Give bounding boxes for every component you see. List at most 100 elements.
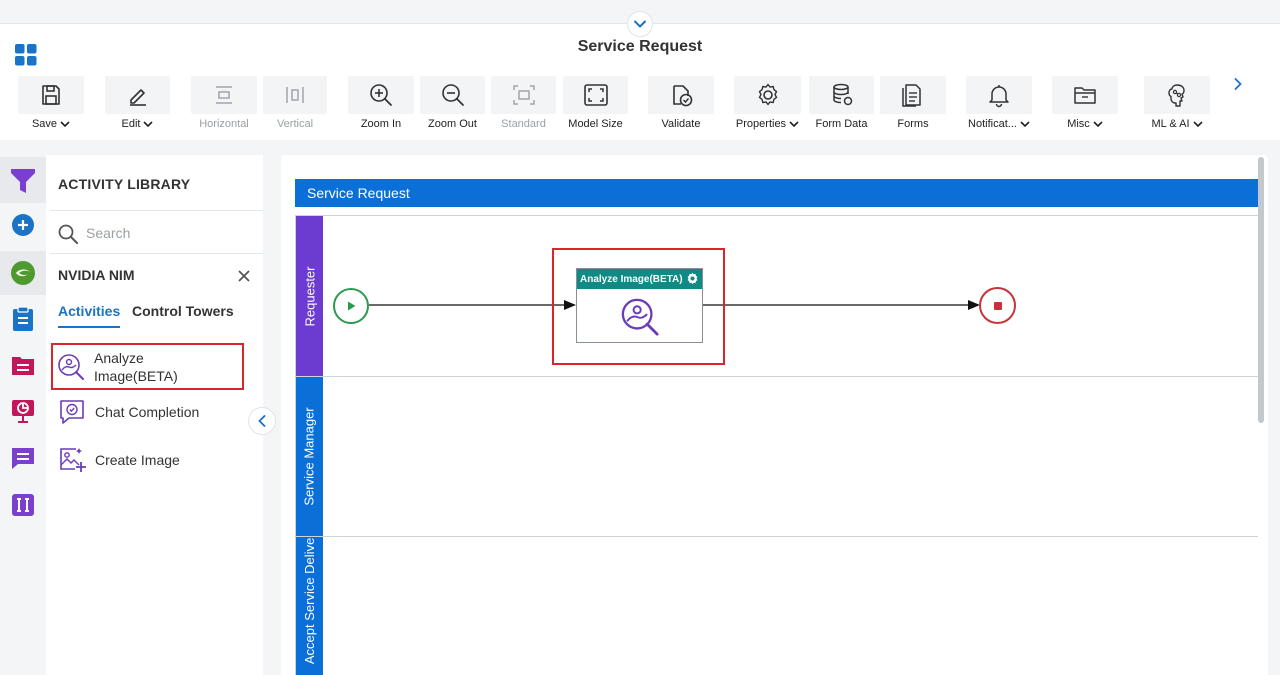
rail-add[interactable] — [0, 203, 46, 247]
ml-ai-button[interactable]: ML & AI — [1144, 76, 1210, 134]
analyze-image-icon — [621, 298, 659, 336]
zoom-in-label: Zoom In — [360, 118, 402, 130]
notifications-label: Notificat... — [968, 118, 1017, 130]
rail-documents[interactable] — [0, 343, 46, 387]
pool-header[interactable]: Service Request — [295, 179, 1258, 207]
chevron-down-icon — [634, 20, 646, 28]
lane-label-accept-service-delivery[interactable]: Accept Service Delivery — [296, 537, 323, 675]
chevron-down-icon — [143, 120, 154, 127]
chevron-down-icon — [789, 120, 799, 127]
rail-nvidia[interactable] — [0, 251, 46, 295]
rail-activity-library[interactable] — [0, 157, 46, 203]
rail-reports[interactable] — [0, 389, 46, 433]
edit-button[interactable]: Edit — [105, 76, 170, 134]
library-item-chat-completion[interactable]: Chat Completion — [54, 396, 244, 428]
activity-library-panel: ACTIVITY LIBRARY NVIDIA NIM Activities C… — [46, 155, 263, 675]
canvas-scrollbar[interactable] — [1258, 157, 1264, 423]
lane-border — [296, 215, 1258, 216]
save-label: Save — [31, 118, 58, 130]
chevron-down-icon — [1020, 120, 1030, 127]
task-title: Analyze Image(BETA) — [580, 273, 683, 285]
divider — [50, 210, 263, 211]
category-title: NVIDIA NIM — [58, 267, 135, 283]
save-button[interactable]: Save — [18, 76, 84, 134]
toolbar-scroll-right-button[interactable] — [1230, 74, 1246, 94]
rail-tasks[interactable] — [0, 297, 46, 341]
fit-screen-icon — [583, 84, 608, 106]
play-icon — [348, 301, 356, 311]
forms-icon — [902, 84, 921, 107]
chat-completion-icon — [57, 397, 87, 427]
zoom-out-button[interactable]: Zoom Out — [420, 76, 485, 134]
zoom-out-label: Zoom Out — [428, 118, 477, 130]
start-event[interactable] — [333, 288, 369, 324]
library-item-label: Analyze Image(BETA) — [94, 349, 178, 384]
chat-icon — [12, 448, 34, 469]
library-item-label: Create Image — [95, 452, 180, 468]
forms-label: Forms — [897, 118, 929, 130]
database-icon — [832, 83, 852, 106]
standard-size-icon — [512, 85, 535, 105]
tab-control-towers[interactable]: Control Towers — [132, 303, 234, 319]
zoom-in-button[interactable]: Zoom In — [348, 76, 414, 134]
end-event[interactable] — [979, 287, 1016, 324]
lane-title: Service Manager — [302, 407, 317, 506]
form-data-label: Form Data — [815, 118, 868, 130]
align-vertical-icon — [286, 87, 304, 103]
align-horizontal-icon — [216, 86, 232, 104]
validate-button[interactable]: Validate — [648, 76, 714, 134]
search-icon — [58, 224, 78, 244]
gear-icon — [758, 83, 777, 106]
analyze-image-icon — [56, 352, 86, 382]
validate-label: Validate — [661, 118, 701, 130]
close-icon — [238, 270, 250, 282]
header-collapse-button[interactable] — [627, 11, 653, 37]
form-data-button[interactable]: Form Data — [809, 76, 874, 134]
properties-label: Properties — [735, 118, 787, 130]
chevron-right-icon — [1234, 78, 1242, 90]
standard-label: Standard — [501, 118, 546, 130]
zoom-in-icon — [370, 84, 392, 106]
horizontal-button[interactable]: Horizontal — [191, 76, 257, 134]
library-item-create-image[interactable]: Create Image — [54, 444, 244, 476]
search-input[interactable] — [86, 221, 246, 245]
folder-icon — [1074, 87, 1096, 104]
task-analyze-image[interactable]: Analyze Image(BETA) — [576, 268, 703, 343]
process-canvas[interactable] — [281, 155, 1268, 675]
stop-icon — [993, 301, 1002, 310]
presentation-chart-icon — [12, 400, 34, 423]
horizontal-label: Horizontal — [199, 118, 249, 130]
gear-icon[interactable] — [686, 272, 699, 285]
pencil-icon — [129, 89, 146, 106]
lane-label-service-manager[interactable]: Service Manager — [296, 377, 323, 536]
top-header: Service Request Save Edit Horizontal Ver… — [0, 0, 1280, 140]
chevron-down-icon — [60, 120, 70, 127]
collapse-panel-button[interactable] — [248, 407, 276, 435]
tab-activities[interactable]: Activities — [58, 303, 121, 328]
close-category-button[interactable] — [236, 268, 252, 284]
clipboard-icon — [13, 306, 33, 331]
lane-label-requester[interactable]: Requester — [296, 216, 323, 376]
vertical-button[interactable]: Vertical — [263, 76, 327, 134]
vertical-label: Vertical — [276, 118, 314, 130]
zoom-out-icon — [441, 84, 464, 106]
misc-label: Misc — [1067, 118, 1090, 130]
add-circle-icon — [12, 214, 34, 236]
model-size-button[interactable]: Model Size — [563, 76, 628, 134]
rail-integrations[interactable] — [0, 483, 46, 527]
ai-brain-icon — [1168, 84, 1185, 107]
notifications-button[interactable]: Notificat... — [966, 76, 1032, 134]
misc-button[interactable]: Misc — [1052, 76, 1118, 134]
properties-button[interactable]: Properties — [734, 76, 801, 134]
standard-button[interactable]: Standard — [491, 76, 556, 134]
rail-messages[interactable] — [0, 436, 46, 480]
lane-title: Accept Service Delivery — [302, 537, 317, 665]
forms-button[interactable]: Forms — [880, 76, 946, 134]
lane-separator — [296, 376, 1258, 377]
library-item-analyze-image[interactable]: Analyze Image(BETA) — [51, 343, 244, 390]
funnel-icon — [11, 169, 35, 193]
chevron-left-icon — [258, 415, 266, 427]
columns-icon — [12, 494, 34, 516]
model-size-label: Model Size — [568, 118, 623, 130]
page-title: Service Request — [577, 38, 703, 55]
